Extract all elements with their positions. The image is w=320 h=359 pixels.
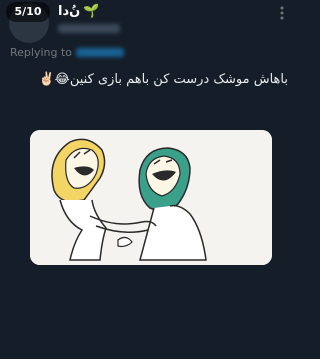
author-handle-blurred <box>58 24 120 33</box>
tweet-detail-view: 5/10 ﻥُدا 🌱 Replying to باهاش موشک درست … <box>0 0 300 359</box>
replying-to-row: Replying to <box>10 46 125 59</box>
replying-to-label: Replying to <box>10 46 73 59</box>
tweet-media-image[interactable] <box>30 130 272 265</box>
replying-to-handle-blurred[interactable] <box>76 48 125 57</box>
tweet-text: باهاش موشک درست کن باهم بازی کنین😂✌🏻 <box>38 72 288 87</box>
more-vertical-icon[interactable] <box>280 6 284 20</box>
author-name-row[interactable]: ﻥُدا 🌱 <box>58 4 99 19</box>
author-display-name[interactable]: ﻥُدا <box>58 4 80 19</box>
image-counter-badge: 5/10 <box>6 2 50 22</box>
seedling-emoji: 🌱 <box>83 4 100 19</box>
